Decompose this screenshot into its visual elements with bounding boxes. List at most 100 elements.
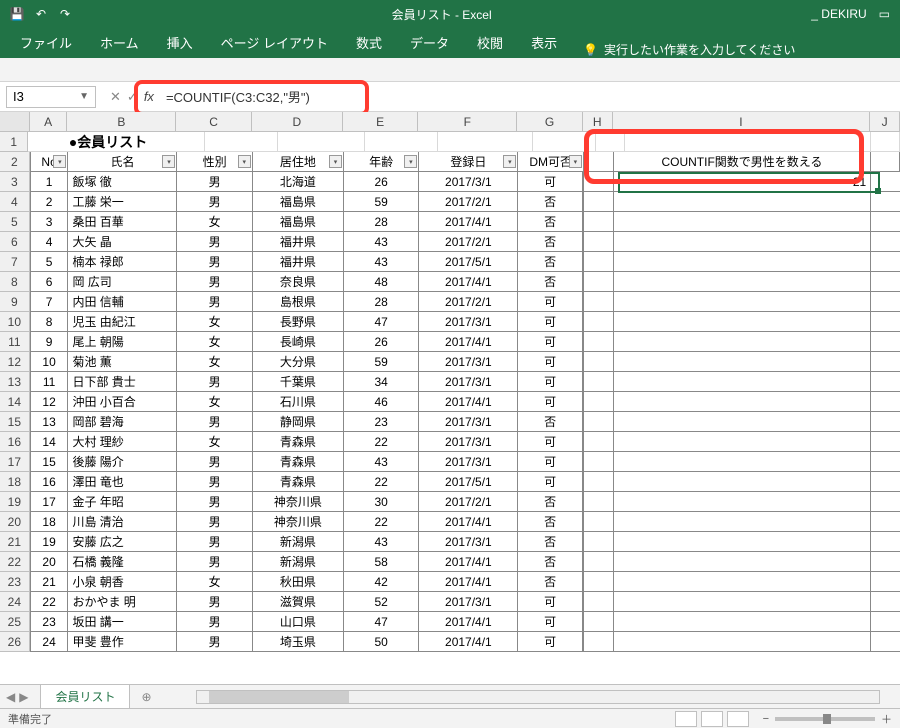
cell-no[interactable]: 12 [30, 392, 68, 412]
cell[interactable] [583, 552, 613, 572]
cell-dm[interactable]: 可 [517, 332, 582, 352]
cell[interactable] [613, 372, 871, 392]
cell[interactable] [583, 532, 613, 552]
tab-view[interactable]: 表示 [519, 27, 569, 58]
sheet-nav-next-icon[interactable]: ▶ [19, 690, 28, 704]
cell-area[interactable]: 青森県 [252, 472, 343, 492]
redo-icon[interactable]: ↷ [54, 3, 76, 25]
cell[interactable] [613, 432, 871, 452]
cell[interactable] [583, 452, 613, 472]
filter-button[interactable]: ▾ [238, 155, 251, 168]
cell[interactable] [870, 432, 900, 452]
cell-date[interactable]: 2017/4/1 [418, 572, 517, 592]
row-header[interactable]: 16 [0, 432, 30, 452]
formula-input[interactable]: =COUNTIF(C3:C32,"男") [162, 87, 310, 106]
add-sheet-icon[interactable]: ⊕ [136, 690, 156, 704]
view-page-layout-icon[interactable] [701, 711, 723, 727]
cell-age[interactable]: 46 [343, 392, 418, 412]
cell[interactable] [533, 132, 596, 152]
cell-age[interactable]: 28 [343, 292, 418, 312]
cell-age[interactable]: 30 [343, 492, 418, 512]
cell-dm[interactable]: 否 [517, 192, 582, 212]
cell-date[interactable]: 2017/4/1 [418, 392, 517, 412]
col-header-C[interactable]: C [176, 112, 251, 131]
cell-date[interactable]: 2017/5/1 [418, 252, 517, 272]
cell[interactable] [583, 312, 613, 332]
cell[interactable] [870, 232, 900, 252]
cell-sex[interactable]: 男 [176, 252, 251, 272]
cell-no[interactable]: 24 [30, 632, 68, 652]
tab-data[interactable]: データ [398, 27, 461, 58]
cell[interactable] [365, 132, 437, 152]
cell-name[interactable]: 工藤 栄一 [67, 192, 176, 212]
cell-dm[interactable]: 否 [517, 232, 582, 252]
cell-no[interactable]: 4 [30, 232, 68, 252]
row-header[interactable]: 2 [0, 152, 30, 172]
zoom-in-icon[interactable]: ＋ [881, 711, 892, 727]
cell-age[interactable]: 22 [343, 512, 418, 532]
cell[interactable] [613, 532, 871, 552]
cell[interactable] [613, 632, 871, 652]
sheet-tab-active[interactable]: 会員リスト [40, 684, 130, 710]
cell-date[interactable]: 2017/2/1 [418, 232, 517, 252]
table-header[interactable]: 登録日▾ [418, 152, 517, 172]
cell-sex[interactable]: 男 [176, 632, 251, 652]
cell-dm[interactable]: 可 [517, 372, 582, 392]
cell-no[interactable]: 8 [30, 312, 68, 332]
cell-no[interactable]: 1 [30, 172, 68, 192]
cell-no[interactable]: 7 [30, 292, 68, 312]
row-header[interactable]: 1 [0, 132, 28, 152]
filter-button[interactable]: ▾ [569, 155, 582, 168]
cell-dm[interactable]: 可 [517, 452, 582, 472]
worksheet-grid[interactable]: A B C D E F G H I J 1●会員リスト2No▾氏名▾性別▾居住地… [0, 112, 900, 712]
save-icon[interactable]: 💾 [6, 3, 28, 25]
cell-age[interactable]: 42 [343, 572, 418, 592]
cell-dm[interactable]: 否 [517, 212, 582, 232]
cell-no[interactable]: 16 [30, 472, 68, 492]
cell[interactable] [870, 572, 900, 592]
filter-button[interactable]: ▾ [162, 155, 175, 168]
cell[interactable] [583, 492, 613, 512]
row-header[interactable]: 14 [0, 392, 30, 412]
undo-icon[interactable]: ↶ [30, 3, 52, 25]
cell[interactable] [870, 452, 900, 472]
cell[interactable] [205, 132, 277, 152]
cell-area[interactable]: 奈良県 [252, 272, 343, 292]
cell[interactable] [596, 132, 625, 152]
cell-area[interactable]: 福井県 [252, 252, 343, 272]
cell-age[interactable]: 48 [343, 272, 418, 292]
cell-name[interactable]: 石橋 義隆 [67, 552, 176, 572]
row-header[interactable]: 9 [0, 292, 30, 312]
cell-age[interactable]: 22 [343, 432, 418, 452]
cell-dm[interactable]: 否 [517, 572, 582, 592]
cell-sex[interactable]: 女 [176, 332, 251, 352]
cell-age[interactable]: 43 [343, 232, 418, 252]
cell[interactable] [613, 592, 871, 612]
cell-area[interactable]: 大分県 [252, 352, 343, 372]
cell-area[interactable]: 青森県 [252, 452, 343, 472]
cell-no[interactable]: 23 [30, 612, 68, 632]
cell-dm[interactable]: 可 [517, 392, 582, 412]
cell-no[interactable]: 9 [30, 332, 68, 352]
cell[interactable] [613, 452, 871, 472]
cell[interactable] [870, 172, 900, 192]
horizontal-scrollbar[interactable] [196, 690, 880, 704]
zoom-slider[interactable] [775, 717, 875, 721]
cell[interactable] [583, 632, 613, 652]
cell-sex[interactable]: 男 [176, 172, 251, 192]
cell[interactable] [870, 412, 900, 432]
cell-area[interactable]: 福島県 [252, 212, 343, 232]
cell[interactable] [583, 272, 613, 292]
cell[interactable] [870, 592, 900, 612]
cell-no[interactable]: 19 [30, 532, 68, 552]
cell[interactable] [583, 192, 613, 212]
cell[interactable] [870, 392, 900, 412]
cell-sex[interactable]: 男 [176, 592, 251, 612]
row-header[interactable]: 11 [0, 332, 30, 352]
cell[interactable] [613, 192, 871, 212]
cell[interactable] [870, 312, 900, 332]
cell-age[interactable]: 47 [343, 312, 418, 332]
row-header[interactable]: 15 [0, 412, 30, 432]
cell-sex[interactable]: 男 [176, 372, 251, 392]
cell[interactable] [613, 392, 871, 412]
